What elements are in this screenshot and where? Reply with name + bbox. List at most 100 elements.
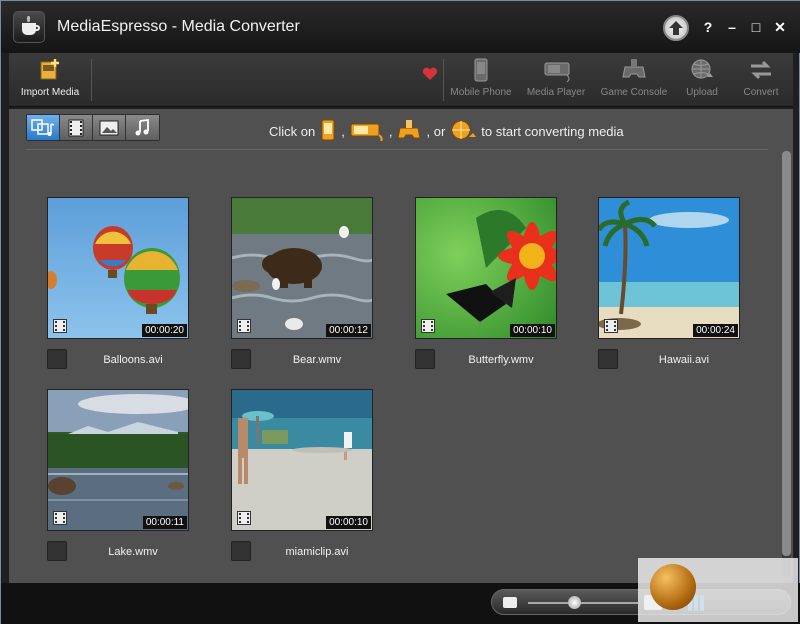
balloons-image — [48, 226, 180, 314]
game-console-label: Game Console — [600, 87, 668, 98]
window-title: MediaEspresso - Media Converter — [57, 18, 300, 35]
tab-all-media[interactable] — [27, 115, 60, 140]
hint-suffix: to start converting media — [481, 124, 624, 139]
video-thumbnail[interactable]: 00:00:10 — [415, 197, 557, 339]
upload-label: Upload — [686, 87, 718, 98]
mobile-phone-icon — [468, 57, 494, 83]
toolbar-divider — [91, 59, 92, 101]
music-note-icon — [135, 118, 150, 135]
media-item[interactable]: 00:00:12 Bear.wmv — [231, 197, 373, 369]
convert-arrows-icon — [748, 57, 774, 83]
select-checkbox[interactable] — [47, 349, 67, 369]
photo-icon — [99, 120, 119, 135]
mobile-phone-button[interactable]: Mobile Phone — [445, 55, 517, 105]
select-checkbox[interactable] — [231, 349, 251, 369]
small-thumbnail-icon[interactable] — [503, 597, 517, 608]
file-name: Hawaii.avi — [658, 354, 710, 366]
beach-palm-image — [599, 199, 729, 330]
mobile-phone-hint-icon[interactable] — [319, 119, 337, 144]
game-console-icon — [621, 57, 647, 83]
media-item[interactable]: 00:00:10 miamiclip.avi — [231, 389, 373, 561]
file-name: Butterfly.wmv — [468, 354, 534, 366]
import-media-label: Import Media — [20, 87, 80, 98]
help-button[interactable]: ? — [699, 18, 717, 36]
convert-button[interactable]: Convert — [735, 55, 787, 105]
select-checkbox[interactable] — [231, 541, 251, 561]
film-icon — [68, 119, 84, 136]
media-filter-tabs — [26, 114, 160, 141]
heart-icon — [417, 67, 443, 93]
minimize-button[interactable]: – — [723, 18, 741, 36]
hint-or: , or — [426, 124, 446, 139]
game-console-button[interactable]: Game Console — [597, 55, 671, 105]
media-item[interactable]: 00:00:20 Balloons.avi — [47, 197, 189, 369]
duration-label: 00:00:11 — [142, 516, 187, 529]
scrollbar-thumb[interactable] — [782, 151, 791, 556]
duration-label: 00:00:20 — [142, 324, 187, 337]
media-item[interactable]: 00:00:10 Butterfly.wmv — [415, 197, 557, 369]
media-library-panel: Click on , , , or to start converting me… — [9, 109, 793, 583]
toolbar-divider — [443, 59, 444, 101]
video-type-icon — [237, 319, 251, 333]
video-thumbnail[interactable]: 00:00:10 — [231, 389, 373, 531]
file-name: Bear.wmv — [292, 354, 342, 366]
video-type-icon — [53, 319, 67, 333]
media-player-label: Media Player — [526, 87, 586, 98]
butterfly-flower-image — [446, 210, 556, 322]
hint-prefix: Click on — [269, 124, 316, 139]
video-thumbnail[interactable]: 00:00:20 — [47, 197, 189, 339]
close-button[interactable]: ✕ — [771, 18, 789, 36]
header-divider — [26, 149, 768, 150]
main-toolbar: Import Media Mobile Phone Media Player G… — [9, 53, 793, 107]
maximize-button[interactable]: □ — [747, 18, 765, 36]
file-name: miamiclip.avi — [285, 546, 349, 558]
app-logo-icon — [13, 11, 45, 43]
tab-photo[interactable] — [93, 115, 126, 140]
video-type-icon — [421, 319, 435, 333]
video-thumbnail[interactable]: 00:00:11 — [47, 389, 189, 531]
select-checkbox[interactable] — [415, 349, 435, 369]
video-thumbnail[interactable]: 00:00:12 — [231, 197, 373, 339]
all-media-icon — [31, 118, 55, 136]
hint-comma-1: , — [341, 124, 345, 139]
up-arrow-icon — [669, 21, 683, 35]
tab-music[interactable] — [126, 115, 159, 140]
upload-button[interactable]: Upload — [677, 55, 727, 105]
bear-image — [232, 226, 372, 338]
game-console-hint-icon[interactable] — [396, 119, 423, 144]
favorite-button[interactable] — [417, 55, 439, 105]
convert-label: Convert — [743, 87, 779, 98]
duration-label: 00:00:24 — [693, 324, 738, 337]
select-checkbox[interactable] — [598, 349, 618, 369]
file-name: Lake.wmv — [108, 546, 158, 558]
media-player-icon — [543, 57, 570, 83]
zoom-slider-handle[interactable] — [567, 596, 581, 609]
duration-label: 00:00:10 — [326, 516, 371, 529]
zoom-slider-track[interactable] — [528, 602, 638, 604]
media-item[interactable]: 00:00:24 Hawaii.avi — [598, 197, 740, 369]
watermark-logo-icon — [650, 564, 696, 610]
video-type-icon — [53, 511, 67, 525]
import-media-button[interactable]: Import Media — [15, 55, 85, 105]
video-type-icon — [237, 511, 251, 525]
tab-video[interactable] — [60, 115, 93, 140]
upload-globe-icon — [689, 57, 715, 83]
hint-comma-2: , — [388, 124, 393, 139]
select-checkbox[interactable] — [47, 541, 67, 561]
upgrade-button[interactable] — [663, 15, 689, 41]
media-item[interactable]: 00:00:11 Lake.wmv — [47, 389, 189, 561]
media-player-button[interactable]: Media Player — [523, 55, 589, 105]
media-player-hint-icon[interactable] — [349, 119, 385, 144]
import-media-icon — [37, 57, 63, 83]
mobile-phone-label: Mobile Phone — [450, 87, 512, 98]
upload-hint-icon[interactable] — [449, 119, 477, 144]
miami-beach-image — [238, 411, 352, 484]
app-window: MediaEspresso - Media Converter ? – □ ✕ … — [0, 0, 800, 624]
convert-hint: Click on , , , or to start converting me… — [269, 119, 624, 144]
video-type-icon — [604, 319, 618, 333]
video-thumbnail[interactable]: 00:00:24 — [598, 197, 740, 339]
title-bar: MediaEspresso - Media Converter ? – □ ✕ — [1, 1, 800, 53]
watermark — [638, 558, 798, 622]
lake-image — [48, 394, 188, 501]
duration-label: 00:00:10 — [510, 324, 555, 337]
